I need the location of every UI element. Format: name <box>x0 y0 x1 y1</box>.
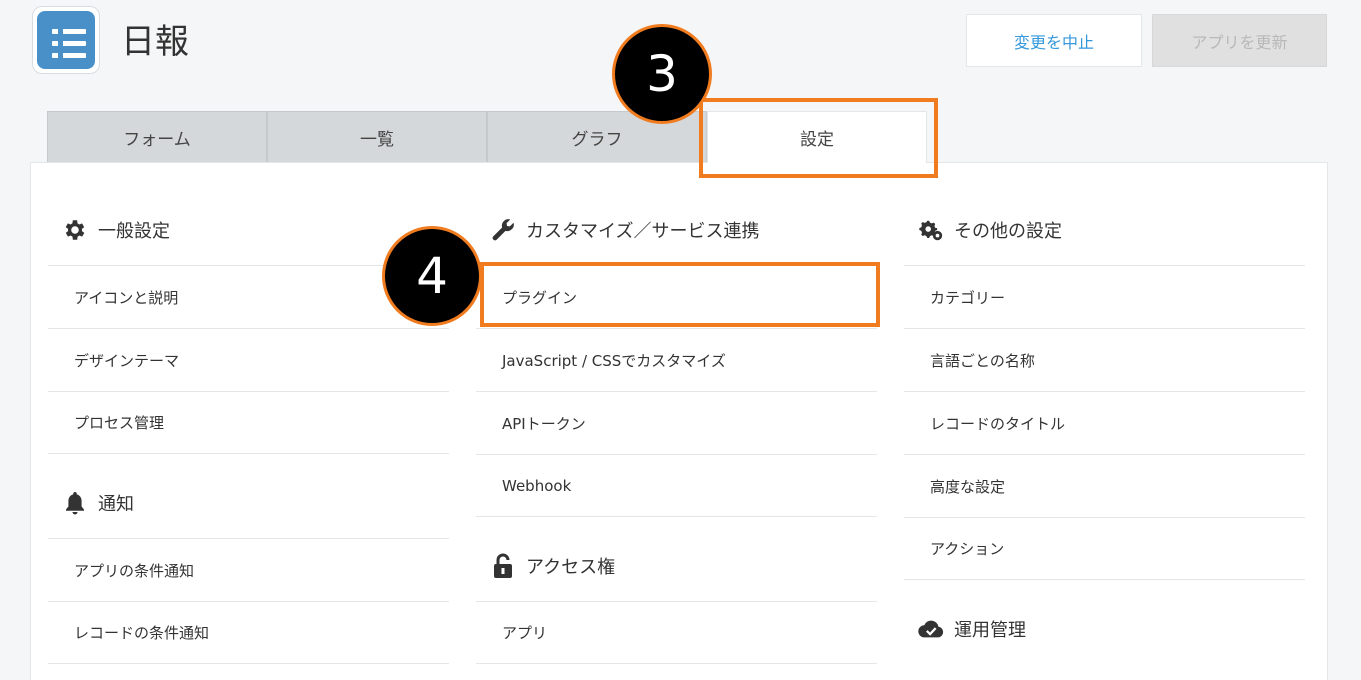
menu-item-actions[interactable]: アクション <box>904 517 1305 580</box>
section-title: 通知 <box>98 494 134 515</box>
section-notification: 通知 <box>48 468 449 538</box>
section-other-settings: その他の設定 <box>904 195 1305 265</box>
list-icon <box>37 11 95 69</box>
tab-form[interactable]: フォーム <box>47 111 267 163</box>
section-operation: 運用管理 <box>904 594 1305 664</box>
section-title: 運用管理 <box>954 620 1026 641</box>
menu-item-process-management[interactable]: プロセス管理 <box>48 391 449 454</box>
menu-item-record-notification[interactable]: レコードの条件通知 <box>48 601 449 664</box>
menu-item-app-access[interactable]: アプリ <box>476 601 877 664</box>
menu-item-webhook[interactable]: Webhook <box>476 454 877 517</box>
menu-item-design-theme[interactable]: デザインテーマ <box>48 328 449 391</box>
settings-panel: 一般設定 アイコンと説明 デザインテーマ プロセス管理 通知 アプリの条件通知 … <box>30 162 1328 680</box>
app-icon <box>32 6 100 74</box>
menu-item-category[interactable]: カテゴリー <box>904 265 1305 328</box>
menu-item-app-notification[interactable]: アプリの条件通知 <box>48 538 449 601</box>
section-title: その他の設定 <box>954 221 1062 242</box>
page-title: 日報 <box>121 22 189 62</box>
section-title: カスタマイズ／サービス連携 <box>526 221 760 242</box>
bell-icon <box>62 490 88 516</box>
highlight-plugin-item <box>480 262 880 327</box>
gear-icon <box>62 217 88 243</box>
gears-icon <box>918 217 944 243</box>
menu-item-advanced-settings[interactable]: 高度な設定 <box>904 454 1305 517</box>
cloud-check-icon <box>918 616 944 642</box>
tab-list[interactable]: 一覧 <box>267 111 487 163</box>
other-column: その他の設定 カテゴリー 言語ごとの名称 レコードのタイトル 高度な設定 アクシ… <box>904 195 1305 664</box>
section-title: アクセス権 <box>526 557 616 578</box>
section-title: 一般設定 <box>98 221 170 242</box>
update-app-button[interactable]: アプリを更新 <box>1152 14 1327 67</box>
menu-item-localized-names[interactable]: 言語ごとの名称 <box>904 328 1305 391</box>
wrench-icon <box>490 217 516 243</box>
section-customize: カスタマイズ／サービス連携 <box>476 195 877 265</box>
step-4-badge: 4 <box>382 226 482 326</box>
cancel-changes-button[interactable]: 変更を中止 <box>966 14 1142 67</box>
unlock-icon <box>490 553 516 579</box>
menu-item-api-token[interactable]: APIトークン <box>476 391 877 454</box>
highlight-settings-tab <box>699 98 938 178</box>
step-3-badge: 3 <box>612 24 712 124</box>
menu-item-js-css-customize[interactable]: JavaScript / CSSでカスタマイズ <box>476 328 877 391</box>
menu-item-record-title[interactable]: レコードのタイトル <box>904 391 1305 454</box>
section-access: アクセス権 <box>476 531 877 601</box>
